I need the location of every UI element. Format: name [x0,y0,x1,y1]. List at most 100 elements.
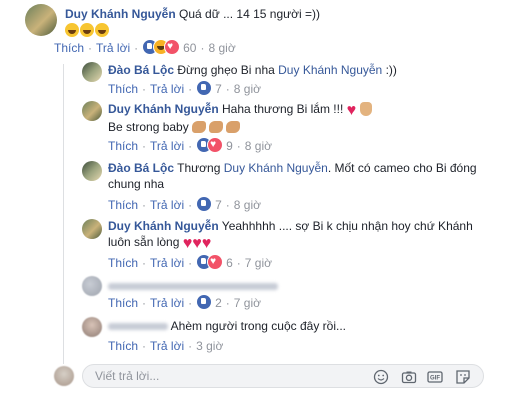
waving-hand-icon [359,102,372,116]
avatar[interactable] [82,62,102,82]
comment-author[interactable]: Đào Bá Lộc [108,63,174,77]
like-reaction-icon [196,294,213,310]
flexed-biceps-icon [209,121,224,133]
comment-actions: Thích · Trả lời · 3 giờ [108,339,224,353]
reply-button[interactable]: Trả lời [150,296,184,310]
heart-emoji-icon: ♥ [201,235,212,252]
reply-button[interactable]: Trả lời [150,139,184,153]
avatar[interactable] [82,161,102,181]
like-button[interactable]: Thích [108,82,138,96]
comment-text: :)) [385,63,397,77]
like-button[interactable]: Thích [108,339,138,353]
avatar [54,366,74,386]
avatar[interactable] [82,276,102,296]
avatar[interactable] [82,317,102,337]
comment-text: luôn sẵn lòng [108,235,180,249]
comment-author[interactable]: Duy Khánh Nguyễn [108,102,219,116]
laughing-emoji-icon [95,23,109,37]
comment-text: Yeahhhhh .... sợ Bi k chịu nhận hoy chứ … [221,219,473,233]
timestamp[interactable]: 8 giờ [234,198,261,212]
reaction-count[interactable]: 6 [226,256,233,270]
comment-body: Duy Khánh Nguyễn Yeahhhhh .... sợ Bi k c… [108,218,488,252]
heart-emoji-icon: ♥ [346,102,357,119]
timestamp[interactable]: 7 giờ [245,256,272,270]
reply-button[interactable]: Trả lời [150,82,184,96]
comment-text: Quá dữ ... 14 15 người =)) [179,7,321,21]
comment-text: Haha thương Bi lắm !!! [222,102,344,116]
timestamp[interactable]: 3 giờ [196,339,223,353]
love-reaction-icon [207,137,224,153]
reaction-summary[interactable] [196,294,213,311]
comment-author[interactable]: Đào Bá Lộc [108,161,174,175]
comment-actions: Thích · Trả lời · 7 · 8 giờ [108,196,262,213]
comment-actions: Thích·Trả lời·60·8 giờ [54,39,236,55]
avatar[interactable] [25,4,57,36]
sticker-icon[interactable] [455,369,471,385]
love-reaction-icon [164,39,181,55]
timestamp[interactable]: 8 giờ [245,139,272,153]
reaction-count[interactable]: 9 [226,139,233,153]
comment-body: Ahèm người trong cuộc đây rồi... [108,318,488,334]
timestamp[interactable]: 8 giờ [234,82,261,96]
svg-text:GIF: GIF [430,376,440,382]
timestamp[interactable]: 7 giờ [234,296,261,310]
comment-actions: Thích·Trả lời·9·8 giờ [108,137,272,153]
reaction-count[interactable]: 7 [215,198,222,212]
comment-body: Duy Khánh Nguyễn Quá dữ ... 14 15 người … [65,6,485,38]
comment-actions: Thích · Trả lời · 7 · 8 giờ [108,80,262,97]
comment-author[interactable]: Duy Khánh Nguyễn [108,219,219,233]
like-reaction-icon [196,196,213,212]
reaction-summary[interactable] [196,196,213,213]
like-button[interactable]: Thích [54,41,84,55]
reaction-summary[interactable] [196,254,224,271]
reply-placeholder: Viết trả lời... [95,369,160,383]
flexed-biceps-icon [192,121,207,133]
laughing-emoji-icon [80,23,94,37]
comment-text: Ahèm người trong cuộc đây rồi... [170,319,346,333]
reply-button[interactable]: Trả lời [96,41,130,55]
gif-icon[interactable]: GIF [427,369,443,385]
blurred-text [108,283,278,291]
reaction-count[interactable]: 60 [183,41,196,55]
like-reaction-icon [196,80,213,96]
like-button[interactable]: Thích [108,198,138,212]
avatar[interactable] [82,219,102,239]
reaction-summary[interactable] [196,137,224,154]
reply-button[interactable]: Trả lời [150,339,184,353]
heart-emoji-icon: ♥ [192,235,202,252]
comment-actions: Thích · Trả lời · 2 · 7 giờ [108,294,262,311]
mention-link[interactable]: Duy Khánh Nguyễn [278,63,382,77]
mention-link[interactable]: Duy Khánh Nguyễn [224,161,328,175]
reply-input[interactable]: Viết trả lời... GIF [82,364,484,388]
comment-body: Đào Bá Lộc Đừng ghẹo Bi nha Duy Khánh Ng… [108,62,488,78]
reply-button[interactable]: Trả lời [150,198,184,212]
laughing-emoji-icon [65,23,79,37]
heart-emoji-icon: ♥ [182,235,193,252]
thread-line [63,64,64,364]
comment-actions: Thích·Trả lời·6·7 giờ [108,254,272,270]
reaction-summary[interactable] [142,39,181,56]
flexed-biceps-icon [226,121,241,133]
comment-text: . Mốt có cameo cho Bi đóng [327,161,477,175]
comment-body [108,278,308,294]
reaction-summary[interactable] [196,80,213,97]
reaction-count[interactable]: 2 [215,296,222,310]
camera-icon[interactable] [401,369,417,385]
blurred-author [108,323,168,331]
like-button[interactable]: Thích [108,256,138,270]
comment-text: Be strong baby [108,120,189,134]
reply-button[interactable]: Trả lời [150,256,184,270]
timestamp[interactable]: 8 giờ [208,41,235,55]
like-button[interactable]: Thích [108,296,138,310]
comment-text: Thương [177,161,221,175]
comment-text: Đừng ghẹo Bi nha [177,63,275,77]
like-button[interactable]: Thích [108,139,138,153]
comment-text: chung nha [108,177,165,191]
reaction-count[interactable]: 7 [215,82,222,96]
comment-body: Duy Khánh Nguyễn Haha thương Bi lắm !!! … [108,101,488,135]
avatar[interactable] [82,101,102,121]
comment-author[interactable]: Duy Khánh Nguyễn [65,7,176,21]
emoji-icon[interactable] [373,369,389,385]
love-reaction-icon [207,254,224,270]
comment-body: Đào Bá Lộc Thương Duy Khánh Nguyễn. Mốt … [108,160,488,192]
